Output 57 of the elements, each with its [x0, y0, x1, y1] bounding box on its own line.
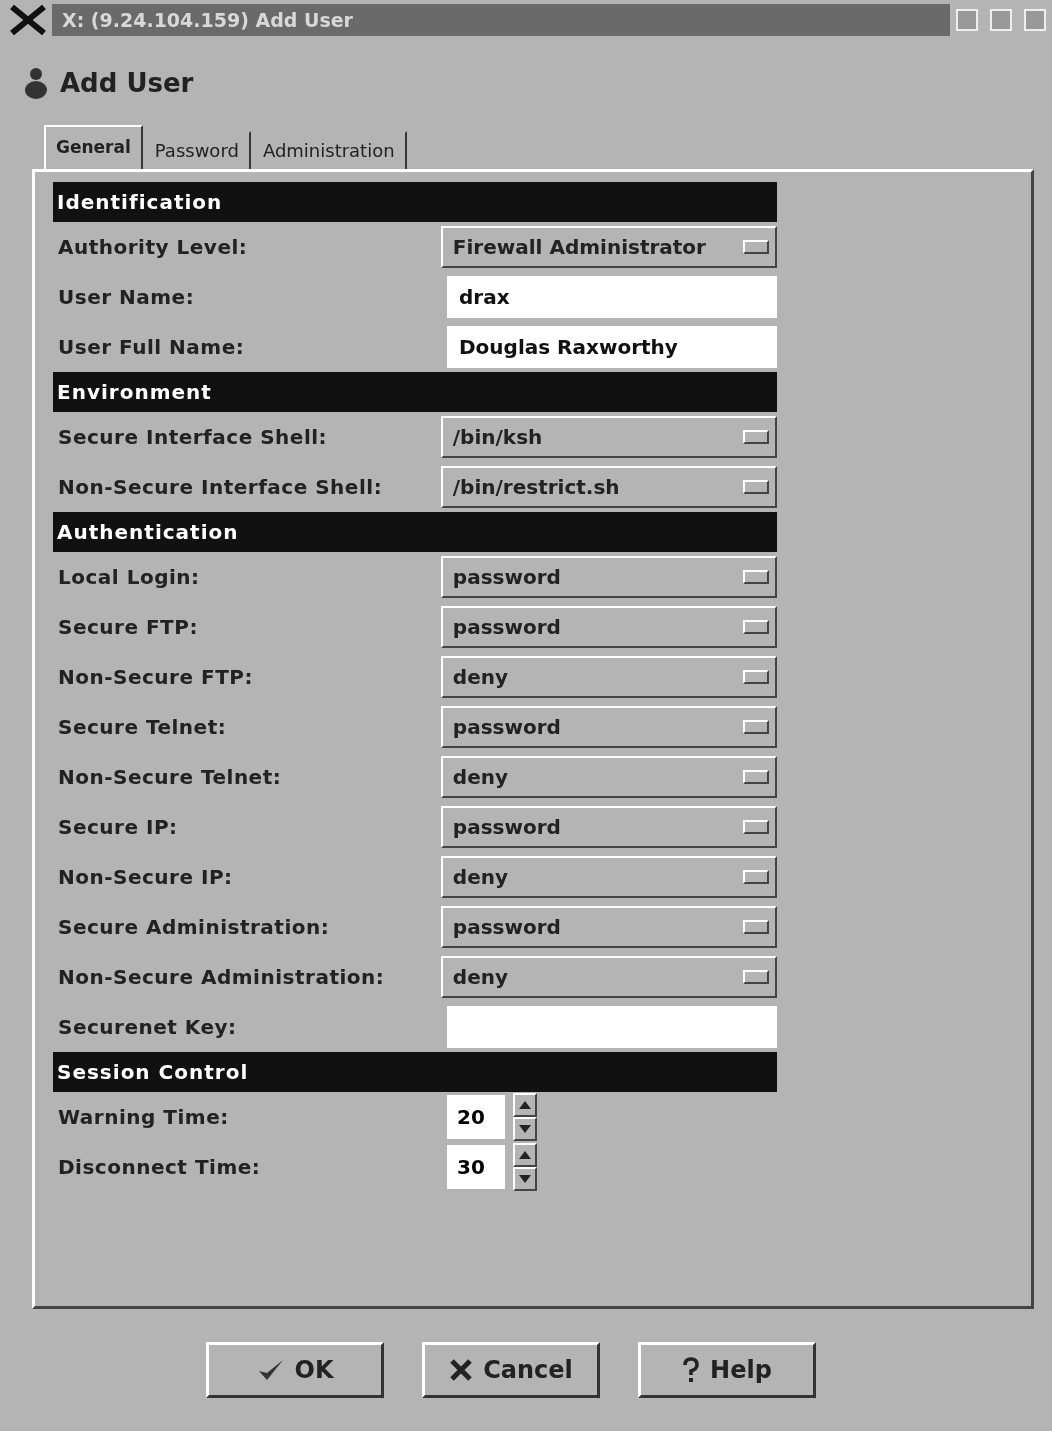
field-label: Non-Secure Administration:: [57, 965, 386, 989]
tab[interactable]: General: [44, 125, 143, 169]
up-arrow-icon: [519, 1151, 531, 1159]
decrement-button[interactable]: [513, 1167, 537, 1191]
dropdown[interactable]: deny: [440, 856, 777, 898]
field-label: Non-Secure Telnet:: [57, 765, 283, 789]
field-label: Non-Secure Interface Shell:: [57, 475, 384, 499]
section-header: Session Control: [53, 1052, 777, 1092]
dropdown[interactable]: /bin/ksh: [440, 416, 777, 458]
dropdown[interactable]: password: [440, 606, 777, 648]
field-label: Secure Telnet:: [57, 715, 228, 739]
field-label: User Full Name:: [57, 335, 246, 359]
down-arrow-icon: [519, 1125, 531, 1133]
field-label: Securenet Key:: [57, 1015, 238, 1039]
field-label: Warning Time:: [57, 1105, 230, 1129]
field-label: User Name:: [57, 285, 196, 309]
field-label: Non-Secure FTP:: [57, 665, 254, 689]
help-icon: [682, 1357, 701, 1383]
window-title: X: (9.24.104.159) Add User: [52, 4, 950, 36]
up-arrow-icon: [519, 1101, 531, 1109]
increment-button[interactable]: [513, 1093, 537, 1117]
ok-button[interactable]: OK: [206, 1342, 384, 1398]
field-label: Secure Interface Shell:: [57, 425, 329, 449]
field-label: Secure Administration:: [57, 915, 331, 939]
field-label: Secure FTP:: [57, 615, 199, 639]
dropdown[interactable]: password: [440, 556, 777, 598]
field-label: Secure IP:: [57, 815, 179, 839]
dropdown[interactable]: Firewall Administrator: [440, 226, 777, 268]
cancel-button[interactable]: Cancel: [422, 1342, 600, 1398]
dialog-title: Add User: [60, 67, 194, 98]
dropdown[interactable]: deny: [440, 956, 777, 998]
text-field[interactable]: Douglas Raxworthy: [447, 326, 777, 368]
increment-button[interactable]: [513, 1143, 537, 1167]
dropdown[interactable]: password: [440, 706, 777, 748]
section-header: Identification: [53, 182, 777, 222]
dropdown[interactable]: deny: [440, 656, 777, 698]
dropdown[interactable]: deny: [440, 756, 777, 798]
dropdown[interactable]: password: [440, 906, 777, 948]
field-label: Local Login:: [57, 565, 201, 589]
close-icon: [449, 1358, 474, 1382]
section-header: Authentication: [53, 512, 777, 552]
dropdown[interactable]: password: [440, 806, 777, 848]
down-arrow-icon: [519, 1175, 531, 1183]
number-field[interactable]: 20: [447, 1095, 505, 1139]
dropdown[interactable]: /bin/restrict.sh: [440, 466, 777, 508]
decrement-button[interactable]: [513, 1117, 537, 1141]
field-label: Non-Secure IP:: [57, 865, 234, 889]
text-field[interactable]: drax: [447, 276, 777, 318]
field-label: Disconnect Time:: [57, 1155, 262, 1179]
x-logo-icon: [10, 5, 46, 35]
help-button[interactable]: Help: [638, 1342, 816, 1398]
number-field[interactable]: 30: [447, 1145, 505, 1189]
field-label: Authority Level:: [57, 235, 249, 259]
section-header: Environment: [53, 372, 777, 412]
text-field[interactable]: [447, 1006, 777, 1048]
user-icon: [22, 65, 50, 100]
checkmark-icon: [256, 1358, 285, 1382]
